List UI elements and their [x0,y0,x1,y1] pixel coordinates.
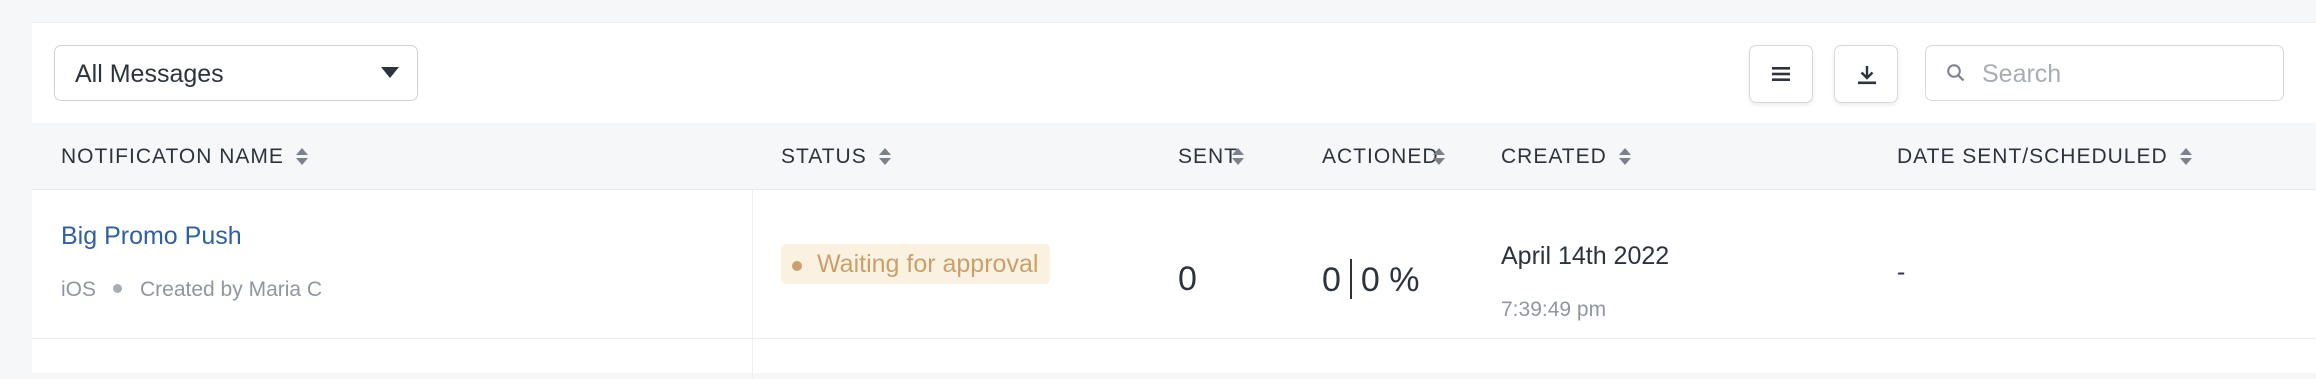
column-header-sent[interactable]: SENT [1178,145,1245,169]
search-icon [1947,64,1965,82]
column-divider [752,190,753,338]
sort-icon [2179,148,2192,166]
column-header-label: CREATED [1501,145,1607,169]
column-header-label: STATUS [781,145,867,169]
created-by-label: Created by Maria C [140,278,323,301]
notification-name-link[interactable]: Big Promo Push [61,222,242,251]
actioned-count: 0 [1322,261,1341,299]
sort-icon [1618,148,1631,166]
message-filter-dropdown[interactable]: All Messages [54,45,418,101]
download-button[interactable] [1834,45,1898,103]
notifications-card: All Messages NOTIFICATON NAME STATUS [32,22,2316,379]
status-badge: Waiting for approval [781,244,1051,284]
column-header-actioned[interactable]: ACTIONED [1322,145,1445,169]
table-row: Big Promo Push iOS Created by Maria C Wai… [32,190,2316,339]
date-sent-value: - [1897,258,1906,286]
platform-label: iOS [61,278,97,301]
column-header-name[interactable]: NOTIFICATON NAME [61,145,308,169]
actioned-value: 0 0 % [1322,259,1420,302]
search-input[interactable] [1980,56,2274,92]
download-icon [1858,66,1876,85]
column-header-label: NOTIFICATON NAME [61,145,284,169]
table-header: NOTIFICATON NAME STATUS SENT ACTIONED CR… [32,123,2316,190]
notification-meta: iOS Created by Maria C [61,278,322,302]
status-dot-icon [792,260,802,271]
created-time: 7:39:49 pm [1501,298,1607,321]
column-header-label: DATE SENT/SCHEDULED [1897,145,2168,169]
sent-count: 0 [1178,260,1197,298]
column-header-label: SENT [1178,145,1239,169]
sort-icon [295,148,308,166]
actioned-percent: 0 % [1360,261,1420,299]
actioned-separator [1349,259,1352,300]
column-divider [752,339,753,379]
separator-dot [113,283,123,293]
created-date: April 14th 2022 [1501,242,1670,270]
message-filter-value: All Messages [75,60,224,88]
column-header-created[interactable]: CREATED [1501,145,1631,169]
search-box [1925,45,2284,101]
column-header-label: ACTIONED [1322,145,1439,169]
table-row [32,339,2316,379]
sort-icon [1432,148,1445,166]
column-header-status[interactable]: STATUS [781,145,891,169]
column-header-date-sent[interactable]: DATE SENT/SCHEDULED [1897,145,2192,169]
sort-icon [878,148,891,166]
list-view-button[interactable] [1749,45,1813,103]
sort-icon [1232,148,1245,166]
caret-down-icon [381,67,399,78]
status-text: Waiting for approval [817,250,1039,278]
list-icon [1772,67,1790,81]
